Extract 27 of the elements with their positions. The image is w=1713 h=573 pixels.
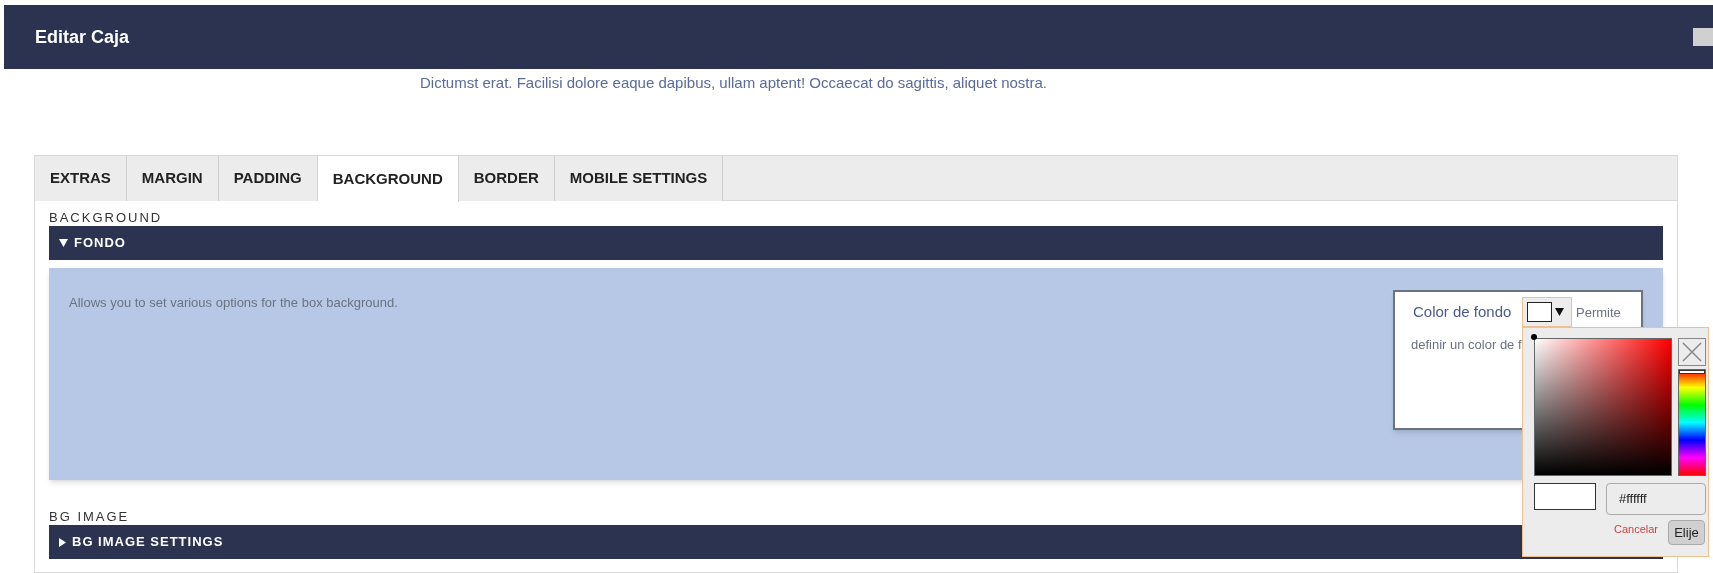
tab[interactable]: MARGIN — [126, 156, 219, 201]
caret-right-icon — [59, 537, 66, 547]
color-swatch-button[interactable] — [1522, 297, 1572, 327]
picker-handle[interactable] — [1531, 334, 1537, 340]
caret-down-icon — [59, 239, 68, 247]
color-preview — [1534, 483, 1596, 510]
background-text: Dictumst erat. Facilisi dolore eaque dapibus, ullam aptent! Occaecat do sagittis, aliquet nostra. — [420, 73, 1047, 93]
tab[interactable]: EXTRAS — [35, 156, 127, 201]
close-icon — [1681, 341, 1703, 363]
tab[interactable]: MOBILE SETTINGS — [554, 156, 724, 201]
help-text: Permite — [1576, 304, 1621, 322]
choose-button[interactable]: Elije — [1668, 520, 1705, 545]
hue-handle[interactable] — [1679, 370, 1705, 374]
tab[interactable]: PADDING — [218, 156, 318, 201]
section-label: BG IMAGE — [49, 508, 131, 525]
caret-down-icon — [1555, 308, 1564, 316]
field-label: Color de fondo — [1413, 302, 1512, 322]
section-label: BACKGROUND — [49, 209, 164, 226]
help-text: definir un color de f — [1411, 336, 1522, 354]
section-description: Allows you to set various options for the box background. — [69, 295, 398, 310]
dialog-title: Editar Caja — [35, 25, 130, 49]
tab[interactable]: BORDER — [458, 156, 555, 201]
hue-slider[interactable] — [1678, 369, 1706, 476]
hex-input[interactable]: #ffffff — [1606, 483, 1706, 515]
section-header[interactable]: FONDO — [49, 226, 1663, 260]
saturation-area[interactable] — [1534, 338, 1672, 476]
tab[interactable]: BACKGROUND — [317, 156, 459, 202]
